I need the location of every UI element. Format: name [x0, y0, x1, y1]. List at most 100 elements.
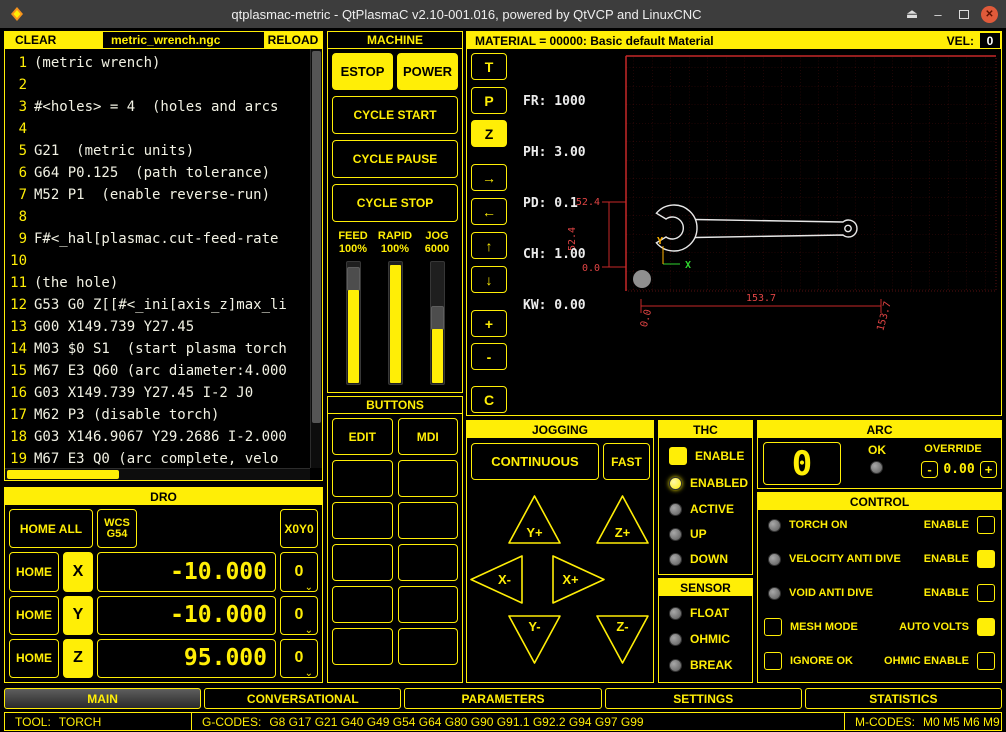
scrollbar-thumb[interactable]	[312, 51, 321, 423]
zoom-out-button[interactable]: -	[471, 343, 507, 370]
auto-volts-checkbox[interactable]	[977, 618, 995, 636]
jog-z-minus-button[interactable]: Z-	[594, 613, 651, 666]
vertical-scrollbar[interactable]	[310, 49, 322, 468]
thc-enable-checkbox[interactable]	[669, 447, 687, 465]
cycle-start-button[interactable]: CYCLE START	[332, 96, 458, 134]
jog-x-plus-button[interactable]: X+	[550, 553, 607, 606]
power-button[interactable]: POWER	[397, 53, 458, 90]
gcode-line: 18G03 X146.9067 Y29.2686 I-2.000	[5, 426, 310, 448]
zero-z-button[interactable]: 0⌄	[280, 639, 318, 678]
pan-left-button[interactable]: ←	[471, 198, 507, 225]
edit-button[interactable]: EDIT	[332, 418, 393, 455]
estop-button[interactable]: ESTOP	[332, 53, 393, 90]
user-button[interactable]	[332, 502, 393, 539]
mesh-mode-checkbox[interactable]	[764, 618, 782, 636]
reload-button[interactable]: RELOAD	[264, 32, 322, 48]
user-button[interactable]	[398, 586, 459, 623]
fast-jog-button[interactable]: FAST	[603, 443, 650, 480]
pan-right-button[interactable]: →	[471, 164, 507, 191]
wcs-button[interactable]: WCS G54	[97, 509, 137, 548]
continuous-jog-button[interactable]: CONTINUOUS	[471, 443, 599, 480]
torch-on-label: TORCH ON	[789, 519, 847, 531]
touch-button[interactable]: T	[471, 53, 507, 80]
feed-slider[interactable]	[346, 261, 361, 385]
void-enable-label: ENABLE	[924, 587, 969, 599]
gcode-line: 16G03 X149.739 Y27.45 I-2 J0	[5, 382, 310, 404]
scrollbar-thumb[interactable]	[7, 470, 119, 479]
gcode-line: 14M03 $0 S1 (start plasma torch	[5, 338, 310, 360]
void-anti-dive-checkbox[interactable]	[977, 584, 995, 602]
home-z-button[interactable]: HOME	[9, 639, 59, 678]
main-tab-bar: MAIN CONVERSATIONAL PARAMETERS SETTINGS …	[4, 688, 1002, 709]
ignore-ok-checkbox[interactable]	[764, 652, 782, 670]
user-button[interactable]	[332, 586, 393, 623]
home-all-button[interactable]: HOME ALL	[9, 509, 93, 548]
dro-axis-row-x: HOME X -10.000 0⌄	[9, 552, 318, 591]
dro-axis-row-y: HOME Y -10.000 0⌄	[9, 596, 318, 635]
axis-y-button[interactable]: Y	[63, 596, 93, 635]
jog-y-minus-button[interactable]: Y-	[506, 613, 563, 666]
tab-parameters[interactable]: PARAMETERS	[404, 688, 601, 709]
probe-button[interactable]: P	[471, 87, 507, 114]
clear-plot-button[interactable]: C	[471, 386, 507, 413]
zoom-in-button[interactable]: +	[471, 310, 507, 337]
line-number: 17	[5, 404, 27, 426]
jog-x-minus-button[interactable]: X-	[468, 553, 525, 606]
ohmic-enable-checkbox[interactable]	[977, 652, 995, 670]
override-minus-button[interactable]: -	[921, 461, 938, 478]
gcode-listing[interactable]: 1(metric wrench) 2 3#<holes> = 4 (holes …	[5, 49, 310, 468]
zero-x-button[interactable]: 0⌄	[280, 552, 318, 591]
torch-enable-checkbox[interactable]	[977, 516, 995, 534]
tab-main[interactable]: MAIN	[4, 688, 201, 709]
line-text: G21 (metric units)	[34, 140, 194, 162]
line-number: 1	[5, 52, 27, 74]
user-button[interactable]	[398, 628, 459, 665]
rapid-slider[interactable]	[388, 261, 403, 385]
gcode-line: 6G64 P0.125 (path tolerance)	[5, 162, 310, 184]
z-view-button[interactable]: Z	[471, 120, 507, 147]
clear-button[interactable]: CLEAR	[5, 32, 103, 48]
minimize-button[interactable]: –	[925, 3, 951, 25]
break-led	[669, 659, 682, 672]
user-button[interactable]	[332, 460, 393, 497]
pan-down-button[interactable]: ↓	[471, 266, 507, 293]
home-x-button[interactable]: HOME	[9, 552, 59, 591]
jog-z-plus-button[interactable]: Z+	[594, 493, 651, 546]
close-button[interactable]: ✕	[981, 6, 998, 23]
home-y-button[interactable]: HOME	[9, 596, 59, 635]
material-label[interactable]: MATERIAL = 00000: Basic default Material	[475, 34, 714, 48]
user-button[interactable]	[332, 628, 393, 665]
arc-ok-label: OK	[862, 443, 892, 457]
zero-label: 0	[295, 563, 304, 581]
mdi-button[interactable]: MDI	[398, 418, 459, 455]
cycle-stop-button[interactable]: CYCLE STOP	[332, 184, 458, 222]
pan-up-button[interactable]: ↑	[471, 232, 507, 259]
jog-y-plus-button[interactable]: Y+	[506, 493, 563, 546]
velocity-value: 0	[980, 33, 1000, 48]
thc-enabled-led	[669, 477, 682, 490]
user-button[interactable]	[332, 544, 393, 581]
tab-conversational[interactable]: CONVERSATIONAL	[204, 688, 401, 709]
gcode-line: 12G53 G0 Z[[#<_ini[axis_z]max_li	[5, 294, 310, 316]
maximize-button[interactable]	[951, 3, 977, 25]
user-button[interactable]	[398, 502, 459, 539]
axis-x-button[interactable]: X	[63, 552, 93, 591]
velocity-anti-dive-checkbox[interactable]	[977, 550, 995, 568]
cycle-pause-button[interactable]: CYCLE PAUSE	[332, 140, 458, 178]
axis-z-button[interactable]: Z	[63, 639, 93, 678]
jog-slider[interactable]	[430, 261, 445, 385]
tab-statistics[interactable]: STATISTICS	[805, 688, 1002, 709]
line-number: 3	[5, 96, 27, 118]
machine-grid	[626, 56, 996, 291]
line-number: 4	[5, 118, 27, 140]
horizontal-scrollbar[interactable]	[5, 468, 310, 480]
user-button[interactable]	[398, 460, 459, 497]
keep-above-icon[interactable]: ⏏	[899, 3, 925, 25]
line-text: G53 G0 Z[[#<_ini[axis_z]max_li	[34, 294, 287, 316]
user-button[interactable]	[398, 544, 459, 581]
override-plus-button[interactable]: +	[980, 461, 997, 478]
gcode-line: 15M67 E3 Q60 (arc diameter:4.000	[5, 360, 310, 382]
x0y0-button[interactable]: X0Y0	[280, 509, 318, 548]
zero-y-button[interactable]: 0⌄	[280, 596, 318, 635]
tab-settings[interactable]: SETTINGS	[605, 688, 802, 709]
